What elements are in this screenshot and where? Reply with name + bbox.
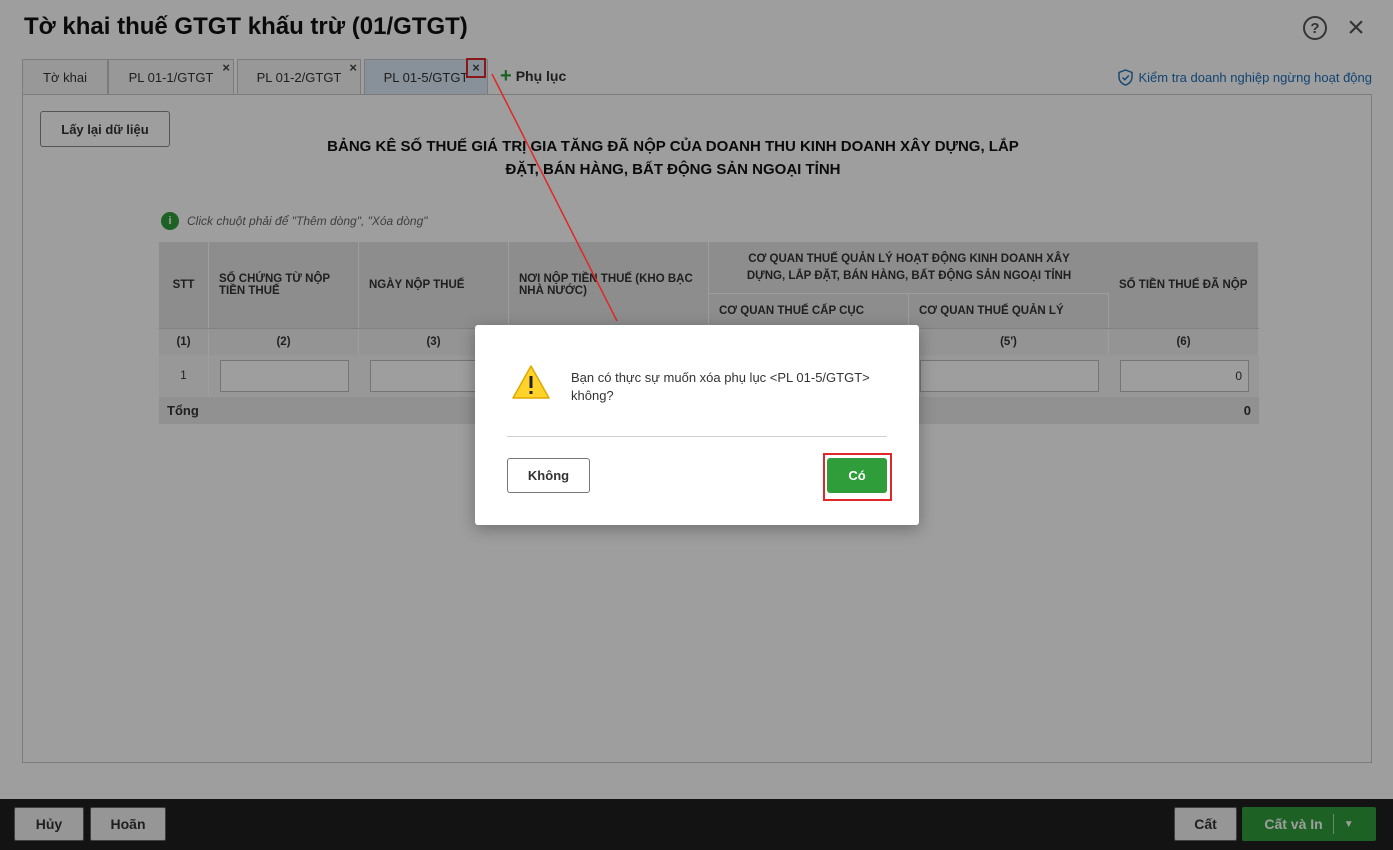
yes-button[interactable]: Có [827, 458, 887, 493]
warning-icon [512, 365, 550, 399]
dialog-divider [507, 436, 887, 437]
no-button[interactable]: Không [507, 458, 590, 493]
delete-confirm-dialog: Bạn có thực sự muốn xóa phụ lục <PL 01-5… [475, 325, 919, 525]
dialog-message: Bạn có thực sự muốn xóa phụ lục <PL 01-5… [571, 370, 870, 403]
